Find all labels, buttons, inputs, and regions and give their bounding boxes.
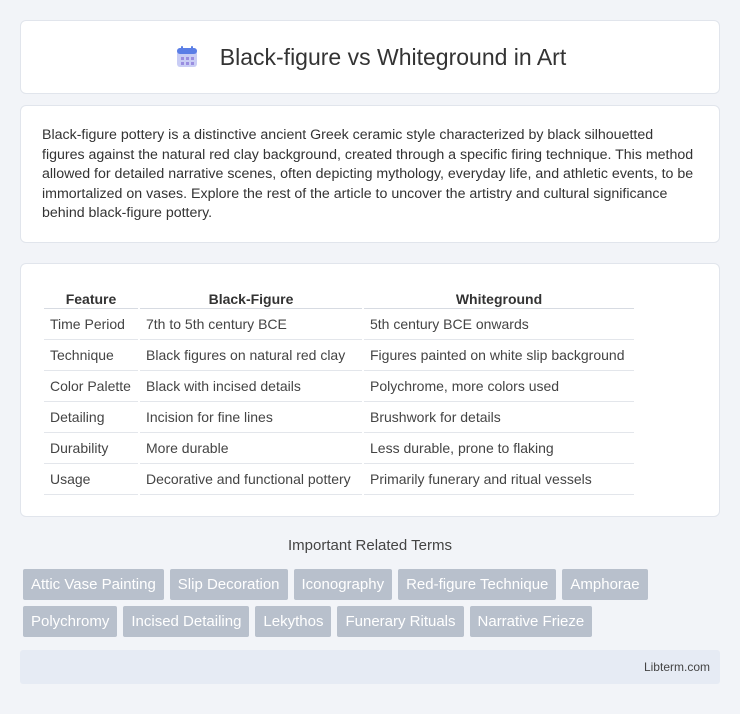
table-row: Color Palette Black with incised details… (44, 371, 634, 402)
table-cell: Black with incised details (140, 371, 362, 402)
related-term-tag[interactable]: Red-figure Technique (398, 569, 557, 600)
table-cell: Brushwork for details (364, 402, 634, 433)
table-row: Time Period 7th to 5th century BCE 5th c… (44, 309, 634, 340)
related-term-tag[interactable]: Attic Vase Painting (23, 569, 164, 600)
footer-site-link[interactable]: Libterm.com (644, 660, 710, 674)
table-cell: Black figures on natural red clay (140, 340, 362, 371)
table-cell: Primarily funerary and ritual vessels (364, 464, 634, 495)
table-cell: Usage (44, 464, 138, 495)
related-term-tag[interactable]: Amphorae (562, 569, 648, 600)
intro-card: Black-figure pottery is a distinctive an… (20, 105, 720, 243)
table-cell: 5th century BCE onwards (364, 309, 634, 340)
table-cell: Figures painted on white slip background (364, 340, 634, 371)
column-header-black-figure: Black-Figure (140, 287, 362, 309)
calendar-icon (176, 46, 197, 67)
comparison-table-card: Feature Black-Figure Whiteground Time Pe… (20, 263, 720, 517)
table-cell: Durability (44, 433, 138, 464)
table-cell: Time Period (44, 309, 138, 340)
table-cell: Color Palette (44, 371, 138, 402)
table-row: Usage Decorative and functional pottery … (44, 464, 634, 495)
related-term-tag[interactable]: Incised Detailing (123, 606, 250, 637)
table-cell: Less durable, prone to flaking (364, 433, 634, 464)
related-terms-heading: Important Related Terms (288, 537, 452, 554)
table-cell: Polychrome, more colors used (364, 371, 634, 402)
table-row: Technique Black figures on natural red c… (44, 340, 634, 371)
related-term-tag[interactable]: Funerary Rituals (337, 606, 464, 637)
footer: Libterm.com (20, 650, 720, 684)
table-cell: 7th to 5th century BCE (140, 309, 362, 340)
intro-paragraph: Black-figure pottery is a distinctive an… (42, 127, 694, 222)
related-term-tag[interactable]: Narrative Frieze (469, 606, 593, 637)
related-term-tag[interactable]: Iconography (293, 569, 393, 600)
column-header-feature: Feature (44, 287, 138, 309)
table-cell: Technique (44, 340, 138, 371)
table-row: Detailing Incision for fine lines Brushw… (44, 402, 634, 433)
table-cell: More durable (140, 433, 362, 464)
comparison-table: Feature Black-Figure Whiteground Time Pe… (42, 287, 636, 495)
related-terms-list: Attic Vase Painting Slip Decoration Icon… (23, 569, 723, 643)
related-term-tag[interactable]: Lekythos (255, 606, 332, 637)
table-row: Durability More durable Less durable, pr… (44, 433, 634, 464)
column-header-whiteground: Whiteground (364, 287, 634, 309)
title-card: Black-figure vs Whiteground in Art (20, 20, 720, 94)
table-cell: Incision for fine lines (140, 402, 362, 433)
table-cell: Decorative and functional pottery (140, 464, 362, 495)
page-title: Black-figure vs Whiteground in Art (219, 43, 567, 70)
table-cell: Detailing (44, 402, 138, 433)
table-header-row: Feature Black-Figure Whiteground (44, 287, 634, 309)
related-term-tag[interactable]: Polychromy (23, 606, 118, 637)
related-term-tag[interactable]: Slip Decoration (169, 569, 288, 600)
